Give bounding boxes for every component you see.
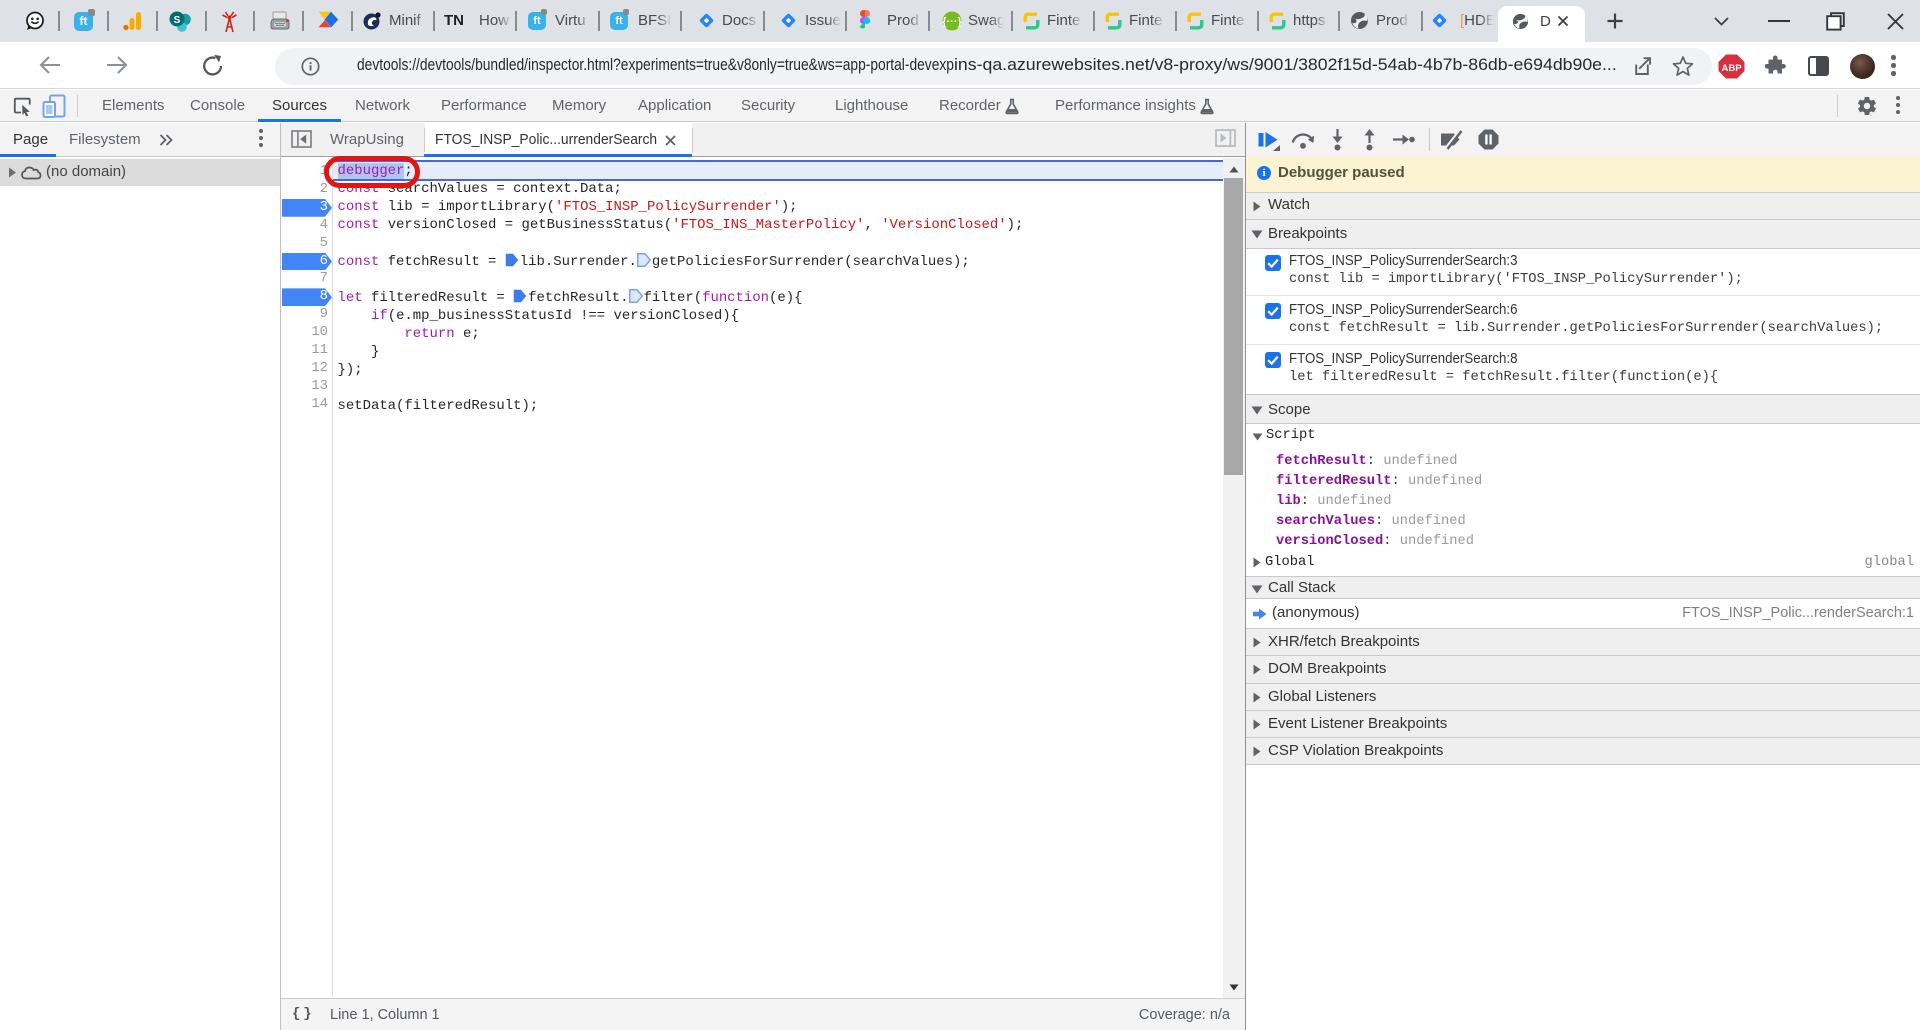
svg-text:S: S (174, 15, 181, 26)
svg-text:ABP: ABP (1721, 63, 1742, 74)
svg-text:{···}: {···} (942, 16, 962, 28)
